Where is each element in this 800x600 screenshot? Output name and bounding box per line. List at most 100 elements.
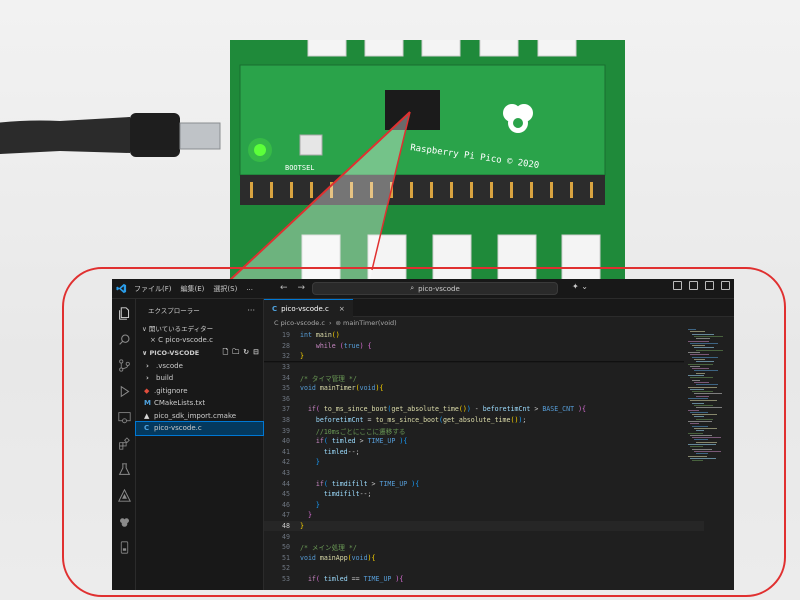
new-folder-icon[interactable]: 🗀: [232, 348, 239, 359]
minimap-line: [688, 398, 708, 399]
forward-arrow-icon[interactable]: →: [298, 283, 306, 293]
code-line: 48}: [264, 520, 704, 532]
raspberry-pi-pico-icon[interactable]: [116, 513, 132, 529]
minimap-line: [692, 345, 705, 347]
line-number: 19: [282, 331, 290, 340]
chevron-right-icon: ›: [146, 361, 149, 370]
minimap-line: [690, 411, 708, 413]
line-number: 40: [282, 437, 290, 446]
explorer-icon[interactable]: [116, 305, 132, 321]
line-number: 44: [282, 479, 290, 488]
line-number: 49: [282, 532, 290, 541]
minimap-line: [690, 400, 717, 402]
search-activity-icon[interactable]: [116, 331, 132, 347]
new-file-icon[interactable]: 🗋: [223, 348, 229, 359]
activity-bar: [112, 299, 136, 590]
code-text: }: [300, 522, 304, 531]
close-tab-icon[interactable]: ×: [339, 305, 345, 313]
code-line: 52: [264, 563, 704, 574]
minimap-line: [690, 388, 704, 390]
line-number: 35: [282, 384, 290, 393]
folder-header[interactable]: ∨ PICO-VSCODE 🗋 🗀 ↻ ⊟: [136, 347, 263, 360]
code-line: 41 timled--;: [264, 447, 704, 458]
back-arrow-icon[interactable]: ←: [280, 283, 288, 293]
open-editor-item[interactable]: × C pico-vscode.c: [136, 334, 263, 347]
line-number: 42: [282, 458, 290, 467]
minimap-line: [688, 363, 713, 365]
file-type-icon: ▲: [144, 411, 150, 420]
menu-file[interactable]: ファイル(F): [134, 284, 172, 294]
line-number: 43: [282, 469, 290, 478]
breadcrumb-symbol[interactable]: ⊚ mainTimer(void): [336, 319, 397, 327]
copilot-menu[interactable]: ✦ ⌄: [572, 282, 588, 291]
minimap-line: [692, 460, 703, 462]
file-item[interactable]: ◆ .gitignore: [136, 385, 263, 398]
minimap-line: [690, 446, 703, 448]
file-item[interactable]: Cpico-vscode.c: [135, 421, 264, 436]
code-text: void mainTimer(void){: [300, 384, 384, 393]
folder-item[interactable]: › build: [136, 372, 263, 385]
source-control-icon[interactable]: [116, 357, 132, 373]
line-number: 39: [282, 426, 290, 435]
folder-item[interactable]: › .vscode: [136, 360, 263, 373]
command-center-search[interactable]: ⌕ pico-vscode: [312, 282, 558, 295]
extensions-icon[interactable]: [116, 435, 132, 451]
breadcrumb-file[interactable]: C pico-vscode.c: [274, 319, 325, 327]
customize-layout-icon[interactable]: [721, 281, 730, 290]
cmake-icon[interactable]: [116, 487, 132, 503]
search-icon: ⌕: [410, 284, 415, 292]
bootsel-label: BOOTSEL: [285, 164, 315, 172]
code-line: 43: [264, 468, 704, 479]
code-line: 28 while (true) {: [264, 341, 704, 352]
file-label: .gitignore: [154, 386, 188, 395]
minimap-line: [696, 361, 714, 363]
line-number: 28: [282, 341, 290, 350]
minimap-line: [688, 329, 696, 330]
code-text: }: [315, 458, 320, 467]
refresh-icon[interactable]: ↻: [243, 348, 249, 359]
minimap-line: [692, 448, 712, 450]
file-label: CMakeLists.txt: [154, 399, 206, 408]
code-text: int main(): [300, 331, 340, 340]
minimap-line: [692, 333, 714, 335]
code-line: 37 if( to_ms_since_boot(get_absolute_tim…: [264, 404, 704, 415]
c-file-icon: C: [272, 304, 278, 313]
file-label: .vscode: [156, 361, 183, 370]
toggle-panel-icon[interactable]: [689, 281, 698, 290]
toggle-sidebar-icon[interactable]: [673, 281, 682, 290]
menu-edit[interactable]: 編集(E): [181, 284, 205, 294]
file-item[interactable]: M CMakeLists.txt: [136, 397, 263, 410]
remote-explorer-icon[interactable]: [116, 409, 132, 425]
menu-selection[interactable]: 選択(S): [213, 284, 237, 294]
tab-label: pico-vscode.c: [281, 304, 329, 313]
code-text: if( timdifilt > TIME_UP ){: [315, 479, 420, 488]
testing-icon[interactable]: [116, 461, 132, 477]
search-text: pico-vscode: [418, 284, 460, 293]
minimap-line: [696, 395, 709, 397]
menu-more[interactable]: ...: [246, 284, 253, 294]
minimap-line: [688, 409, 699, 411]
run-debug-icon[interactable]: [116, 383, 132, 399]
title-bar: ファイル(F) 編集(E) 選択(S) ... ← → ⌕ pico-vscod…: [112, 279, 734, 299]
minimap-line: [692, 391, 713, 393]
toggle-secondary-sidebar-icon[interactable]: [705, 281, 714, 290]
minimap-line: [692, 402, 704, 404]
code-line: 53 if( timled == TIME_UP ){: [264, 574, 704, 585]
minimap-line: [696, 453, 708, 455]
code-text: if( to_ms_since_boot(get_absolute_time()…: [307, 405, 587, 414]
tab-pico-vscode-c[interactable]: C pico-vscode.c ×: [264, 299, 353, 317]
explorer-header: エクスプローラー ···: [136, 299, 263, 321]
file-item[interactable]: ▲ pico_sdk_import.cmake: [136, 410, 263, 423]
minimap-line: [690, 331, 705, 333]
copilot-icon: ✦ ⌄: [572, 282, 588, 291]
open-editors-section[interactable]: ∨ 開いているエディター: [136, 321, 263, 334]
minimap[interactable]: [684, 329, 730, 529]
code-area[interactable]: 19 int main() 28 while (true) {32} 33 34/* タ…: [264, 329, 734, 590]
collapse-all-icon[interactable]: ⊟: [253, 348, 259, 359]
line-number: 36: [282, 394, 290, 403]
minimap-line: [694, 439, 708, 441]
minimap-line: [696, 338, 710, 340]
device-icon[interactable]: [116, 539, 132, 555]
explorer-more-icon[interactable]: ···: [247, 306, 255, 315]
nav-arrows: ← →: [280, 283, 305, 293]
